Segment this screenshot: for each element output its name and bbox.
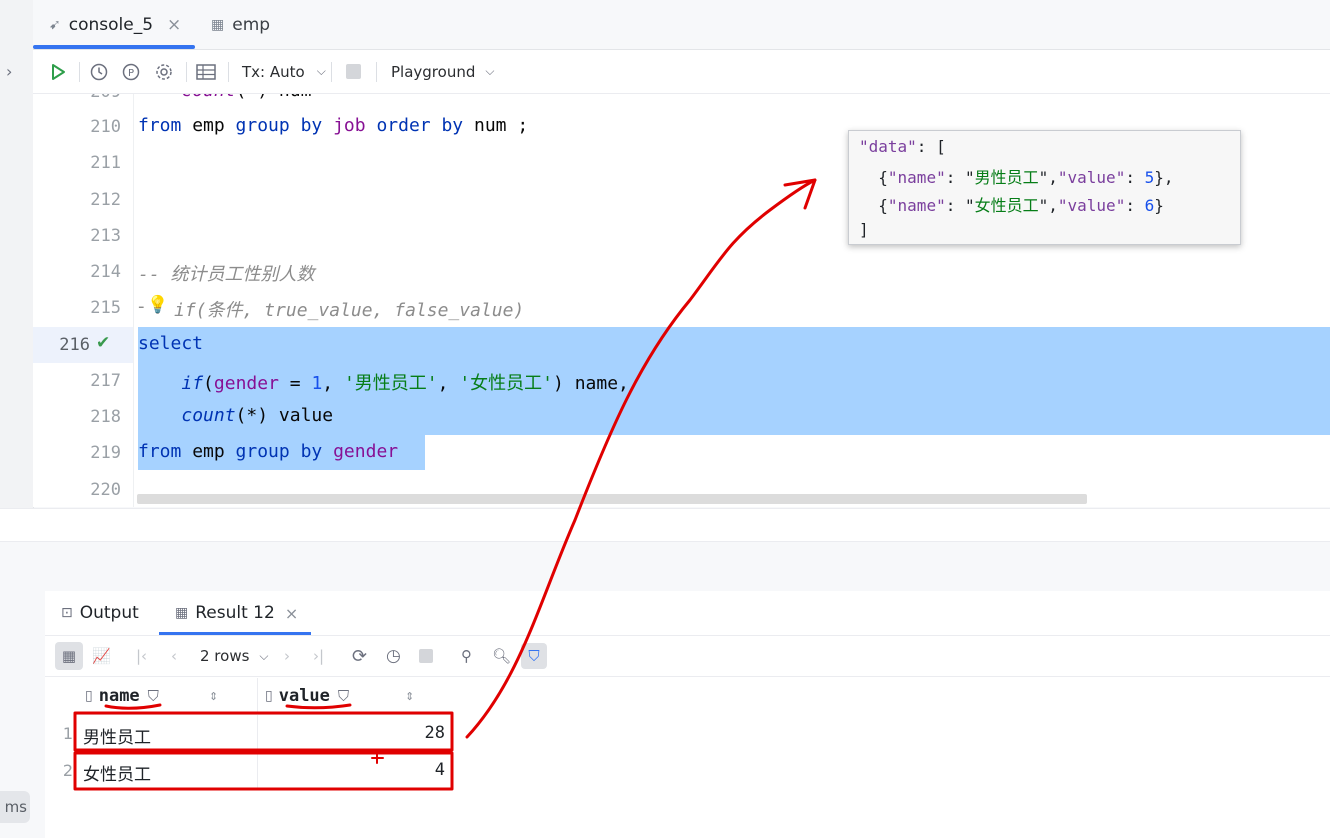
underline-mark [104, 703, 162, 710]
arrowhead [783, 178, 817, 210]
row-highlight-box [73, 711, 454, 752]
underline-mark [285, 703, 352, 710]
annotation-overlay [73, 178, 817, 791]
row-highlight-box [73, 751, 454, 791]
arrow-curve [465, 178, 817, 739]
